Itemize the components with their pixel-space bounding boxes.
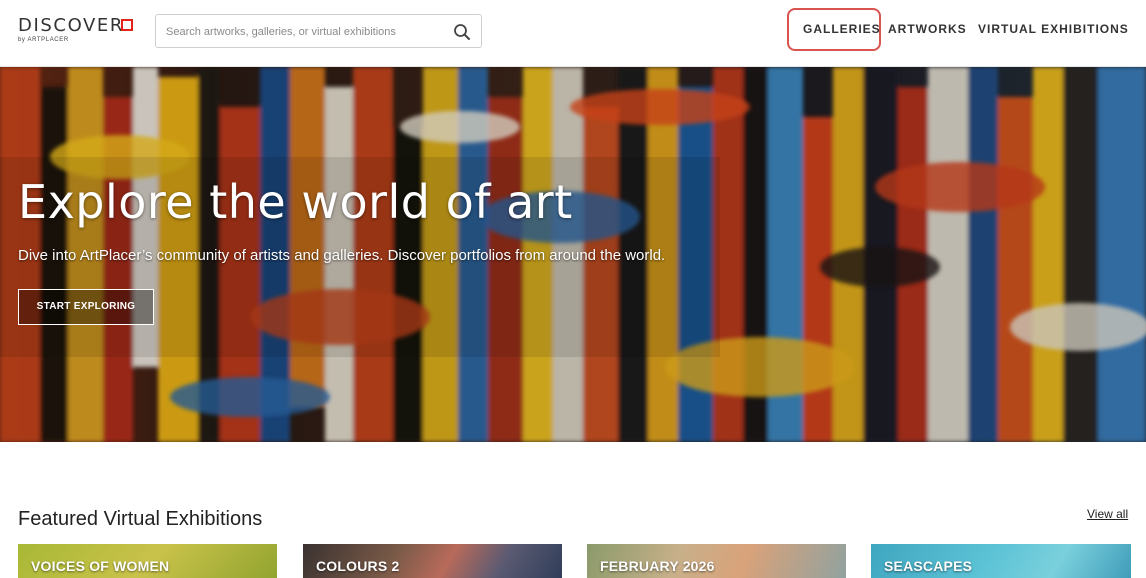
exhibition-card-voices-of-women[interactable]: VOICES OF WOMEN <box>18 544 277 578</box>
exhibition-card-label: COLOURS 2 <box>316 558 400 574</box>
logo-subtitle: by ARTPLACER <box>18 37 69 43</box>
exhibition-card-label: FEBRUARY 2026 <box>600 558 715 574</box>
exhibition-card-february-2026[interactable]: FEBRUARY 2026 <box>587 544 846 578</box>
exhibition-card-seascapes[interactable]: SEASCAPES <box>871 544 1131 578</box>
featured-section-title: Featured Virtual Exhibitions <box>18 508 263 530</box>
site-header: DISCOVER by ARTPLACER GALLERIES ARTWORKS… <box>0 0 1146 67</box>
hero-subtitle: Dive into ArtPlacer’s community of artis… <box>18 247 666 264</box>
logo-text: DISCOVER <box>18 15 125 36</box>
hero-banner: Explore the world of art Dive into ArtPl… <box>0 67 1146 442</box>
exhibition-card-colours-2[interactable]: COLOURS 2 <box>303 544 562 578</box>
search-box <box>155 14 482 48</box>
start-exploring-button[interactable]: START EXPLORING <box>18 289 154 325</box>
search-icon[interactable] <box>453 23 471 41</box>
exhibition-card-label: VOICES OF WOMEN <box>31 558 170 574</box>
nav-galleries[interactable]: GALLERIES <box>803 22 881 36</box>
red-square-icon <box>121 19 133 31</box>
discover-logo[interactable]: DISCOVER by ARTPLACER <box>18 16 138 46</box>
exhibition-card-label: SEASCAPES <box>884 558 973 574</box>
search-input[interactable] <box>166 22 446 42</box>
nav-virtual-exhibitions[interactable]: VIRTUAL EXHIBITIONS <box>978 22 1129 36</box>
hero-title: Explore the world of art <box>18 175 573 229</box>
view-all-link[interactable]: View all <box>1087 507 1128 521</box>
nav-artworks[interactable]: ARTWORKS <box>888 22 967 36</box>
